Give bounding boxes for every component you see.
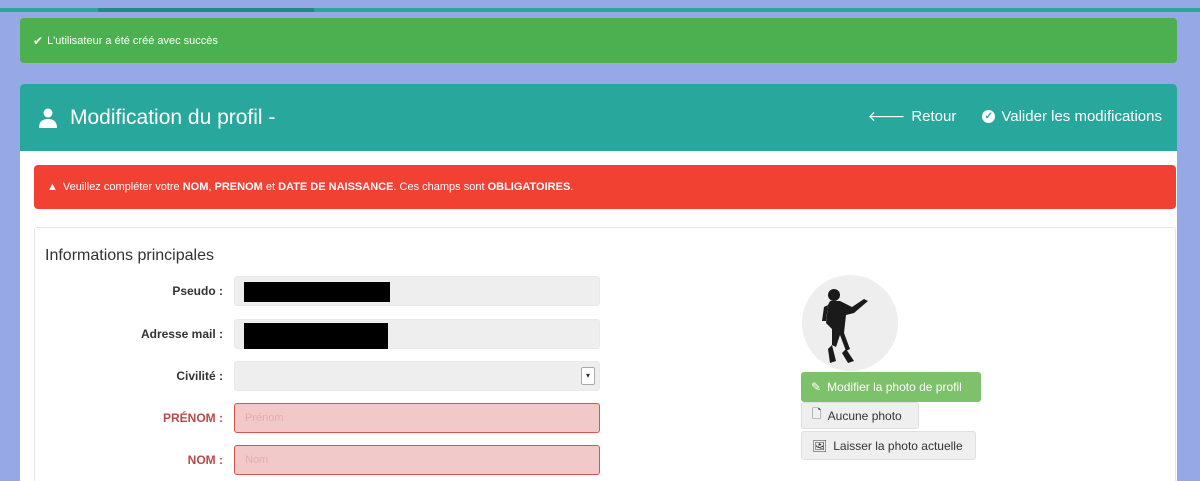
user-icon [39, 108, 57, 128]
image-icon: 🖼 [812, 438, 828, 453]
nom-row: NOM : Nom [35, 445, 635, 475]
back-label: Retour [911, 108, 957, 125]
page-title-text: Modification du profil - [70, 106, 276, 129]
modify-photo-button[interactable]: ✎ Modifier la photo de profil [801, 372, 981, 402]
warning-icon: ▲ [47, 181, 58, 193]
prenom-input[interactable]: Prénom [234, 403, 600, 433]
error-obligatoires: OBLIGATOIRES [487, 181, 571, 193]
error-date: DATE DE NAISSANCE [278, 181, 394, 193]
page-title: Modification du profil - [38, 106, 275, 130]
pencil-icon: ✎ [811, 380, 822, 394]
diver-silhouette-icon [822, 289, 868, 363]
redacted-value [244, 323, 388, 349]
email-row: Adresse mail : [35, 319, 635, 349]
top-strip [0, 0, 1200, 12]
main-info-card: Informations principales Pseudo : Adress… [34, 227, 1176, 481]
civilite-label: Civilité : [176, 369, 223, 383]
check-icon: ✔ [33, 33, 44, 48]
validate-label: Valider les modifications [1001, 108, 1162, 125]
keep-photo-button[interactable]: 🖼 Laisser la photo actuelle [801, 431, 976, 460]
error-alert: ▲ Veuillez compléter votre NOM, PRENOM e… [34, 165, 1176, 209]
active-tab-indicator [98, 8, 314, 12]
error-sep-2: et [262, 181, 279, 193]
error-prenom: PRENOM [214, 181, 263, 193]
file-icon: 🗋 [812, 407, 822, 421]
modify-photo-label: Modifier la photo de profil [827, 380, 962, 394]
error-text-1: Veuillez compléter votre [62, 181, 183, 193]
error-text-2: . Ces champs sont [393, 181, 488, 193]
success-message: L'utilisateur a été créé avec succès [47, 34, 218, 47]
error-nom: NOM [182, 181, 209, 193]
pseudo-field [234, 276, 600, 306]
nom-label: NOM : [187, 453, 223, 467]
validate-button[interactable]: ✓ Valider les modifications [982, 108, 1162, 125]
arrow-left-icon: 🡐 [867, 108, 906, 124]
pseudo-label: Pseudo : [172, 284, 223, 298]
error-text-3: . [570, 181, 574, 193]
panel-header: Modification du profil - 🡐 Retour ✓ Vali… [20, 84, 1177, 151]
civilite-row: Civilité : ▾ [35, 361, 635, 391]
back-button[interactable]: 🡐 Retour [868, 108, 957, 125]
nom-input[interactable]: Nom [234, 445, 600, 475]
prenom-label: PRÉNOM : [163, 411, 223, 425]
no-photo-button[interactable]: 🗋 Aucune photo [801, 402, 919, 429]
success-alert: ✔ L'utilisateur a été créé avec succès [20, 18, 1177, 63]
chevron-down-icon: ▾ [581, 367, 595, 385]
prenom-row: PRÉNOM : Prénom [35, 403, 635, 433]
section-title: Informations principales [45, 247, 214, 264]
keep-photo-label: Laisser la photo actuelle [833, 438, 963, 453]
redacted-value [244, 282, 390, 302]
email-label: Adresse mail : [140, 327, 223, 341]
profile-panel: Modification du profil - 🡐 Retour ✓ Vali… [20, 84, 1177, 481]
email-field [234, 319, 600, 349]
no-photo-label: Aucune photo [827, 408, 902, 423]
header-actions: 🡐 Retour ✓ Valider les modifications [868, 108, 1162, 125]
civilite-select[interactable]: ▾ [234, 361, 600, 391]
check-circle-icon: ✓ [982, 110, 996, 123]
error-message: Veuillez compléter votre NOM, PRENOM et … [63, 181, 573, 193]
pseudo-row: Pseudo : [35, 276, 635, 306]
avatar [802, 275, 898, 371]
